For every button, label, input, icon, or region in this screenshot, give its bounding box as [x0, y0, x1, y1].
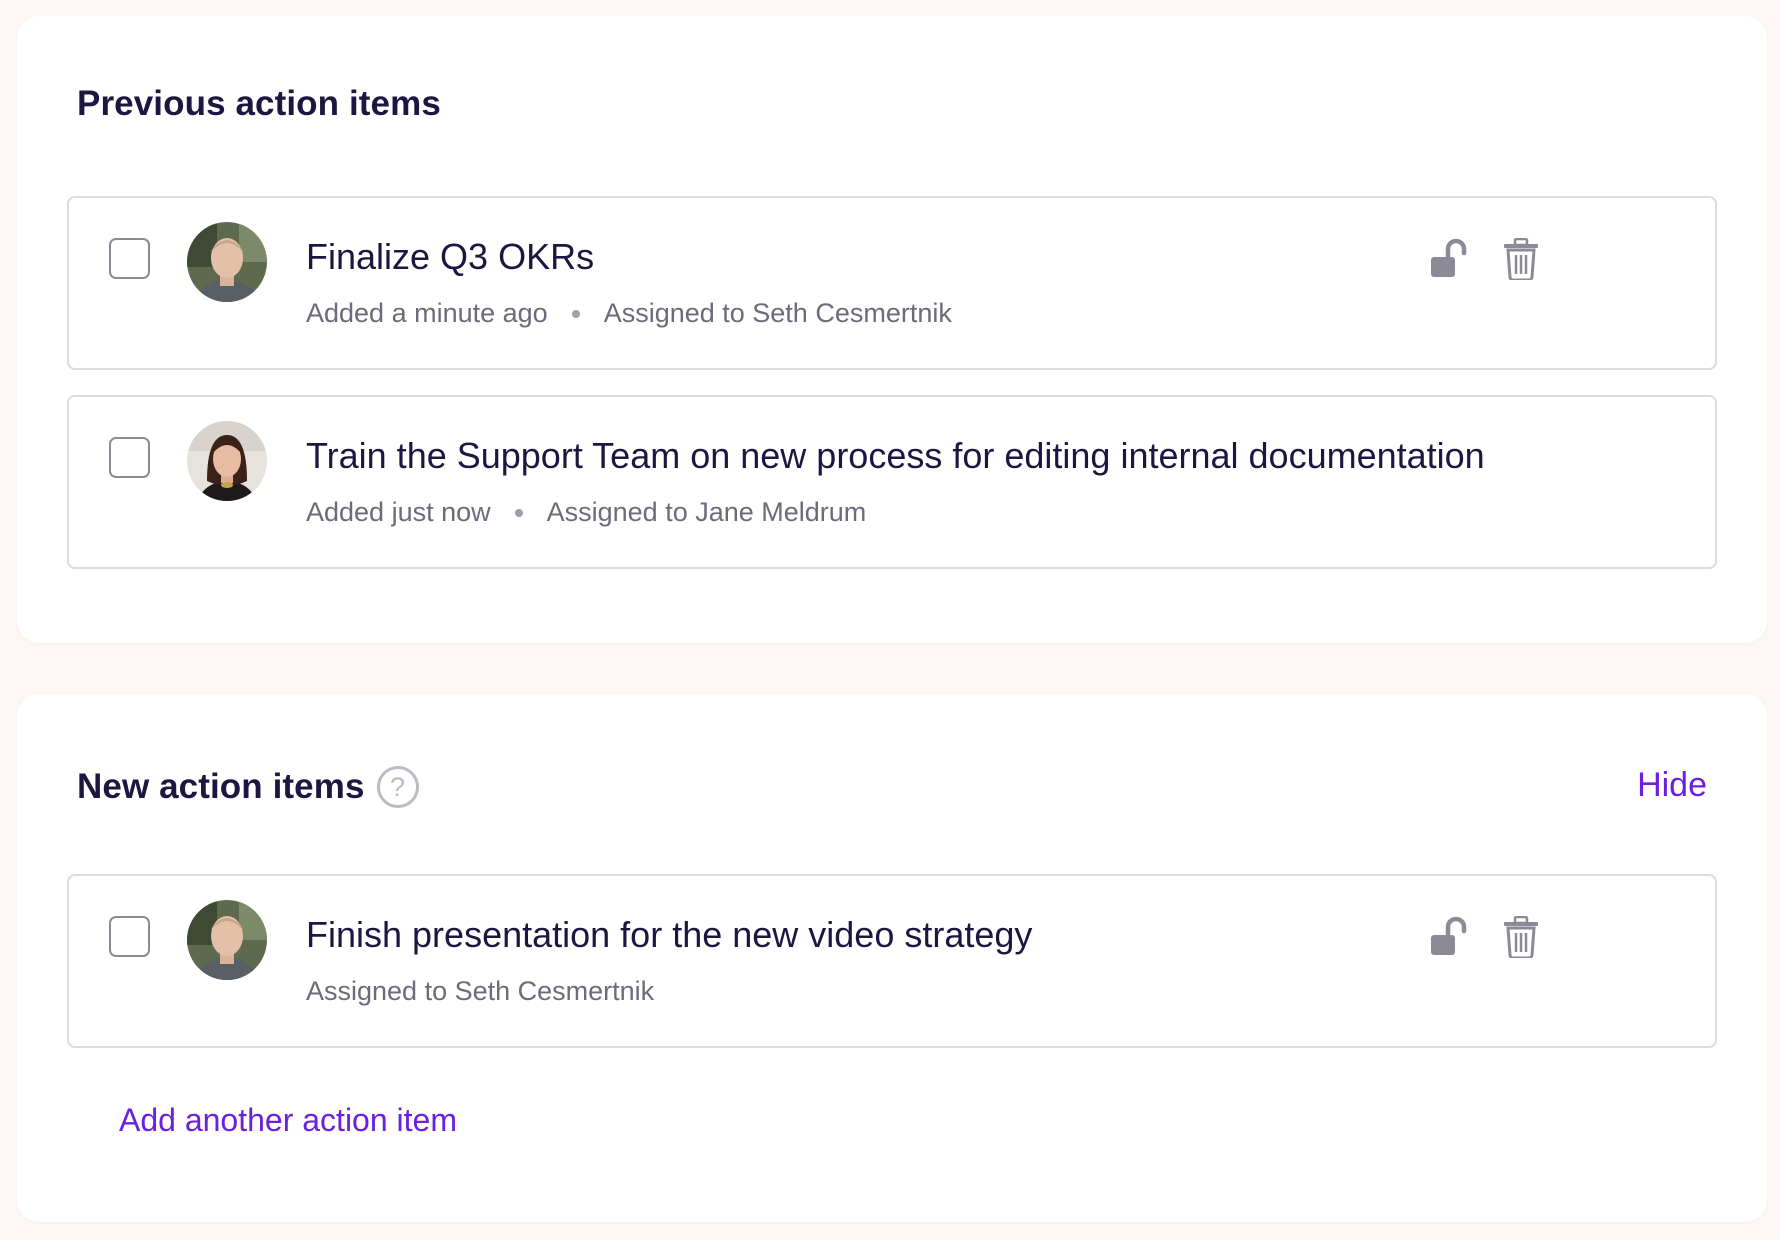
- jane-avatar: [187, 421, 267, 501]
- action-item-meta: Added a minute ago Assigned to Seth Cesm…: [306, 298, 952, 329]
- action-item: Finish presentation for the new video st…: [67, 874, 1717, 1048]
- action-item-title[interactable]: Finalize Q3 OKRs: [306, 236, 594, 278]
- new-action-items-title: New action items ?: [77, 766, 419, 808]
- action-item-meta: Assigned to Seth Cesmertnik: [306, 976, 654, 1007]
- separator-dot: [571, 309, 580, 318]
- action-item-title[interactable]: Finish presentation for the new video st…: [306, 914, 1032, 956]
- hide-link[interactable]: Hide: [1637, 766, 1707, 805]
- action-item: Finalize Q3 OKRs Added a minute ago Assi…: [67, 196, 1717, 370]
- added-time: Added just now: [306, 497, 491, 527]
- trash-icon[interactable]: [1503, 238, 1539, 280]
- new-action-items-card: New action items ? Hide Finish presentat…: [17, 694, 1767, 1222]
- added-time: Added a minute ago: [306, 298, 548, 328]
- action-item: Train the Support Team on new process fo…: [67, 395, 1717, 569]
- add-action-item-link[interactable]: Add another action item: [119, 1102, 457, 1139]
- action-item-meta: Added just now Assigned to Jane Meldrum: [306, 497, 866, 528]
- previous-action-items-title: Previous action items: [77, 84, 441, 123]
- seth-avatar: [187, 222, 267, 302]
- new-action-items-label: New action items: [77, 767, 365, 806]
- action-item-checkbox[interactable]: [109, 437, 150, 478]
- assignee: Assigned to Seth Cesmertnik: [603, 298, 952, 328]
- seth-avatar: [187, 900, 267, 980]
- help-icon[interactable]: ?: [376, 766, 419, 808]
- action-item-title[interactable]: Train the Support Team on new process fo…: [306, 435, 1485, 477]
- action-item-checkbox[interactable]: [109, 238, 150, 279]
- assignee: Assigned to Jane Meldrum: [546, 497, 867, 527]
- trash-icon[interactable]: [1503, 916, 1539, 958]
- assignee: Assigned to Seth Cesmertnik: [306, 976, 655, 1006]
- unlock-icon[interactable]: [1429, 916, 1471, 958]
- separator-dot: [514, 508, 523, 517]
- unlock-icon[interactable]: [1429, 238, 1471, 280]
- action-item-checkbox[interactable]: [109, 916, 150, 957]
- previous-action-items-card: Previous action items Finalize Q3 OKRs A…: [17, 16, 1767, 643]
